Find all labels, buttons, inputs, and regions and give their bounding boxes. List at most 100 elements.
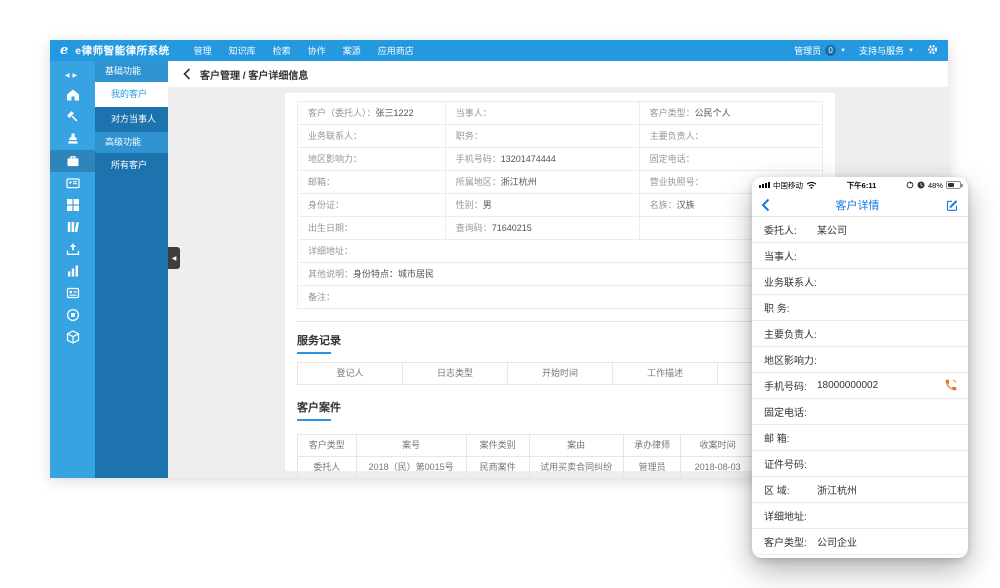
column-header: 收案时间 <box>680 435 753 456</box>
phone-field-row: 主要负责人: <box>752 321 968 347</box>
title-underline <box>297 352 331 354</box>
top-nav-item[interactable]: 知识库 <box>229 44 256 57</box>
top-nav-item[interactable]: 应用商店 <box>378 44 414 57</box>
coin-icon[interactable] <box>50 304 95 326</box>
field-value: 18000000002 <box>817 380 878 391</box>
cases-header-row: 客户类型案号案件类别案由承办律师收案时间结案状态 <box>298 435 822 456</box>
sidebar-item-opposing-party[interactable]: 对方当事人 <box>95 107 168 132</box>
phone-back-chevron-icon[interactable] <box>761 198 770 212</box>
user-menu[interactable]: 管理员 0 ▼ <box>794 44 846 57</box>
grid-icon[interactable] <box>50 194 95 216</box>
breadcrumb[interactable]: 客户管理 / 客户详细信息 <box>168 61 948 87</box>
info-row: 客户（委托人）：张三1222 当事人： 客户类型：公民个人 <box>298 102 822 125</box>
library-icon[interactable] <box>50 216 95 238</box>
back-chevron-icon[interactable] <box>183 68 191 80</box>
info-row: 业务联系人： 职务： 主要负责人： <box>298 125 822 148</box>
sidebar-collapse-handle[interactable]: ◀ <box>168 247 180 269</box>
phone-field-row: 固定电话: <box>752 399 968 425</box>
phone-field-row: 地区影响力: <box>752 347 968 373</box>
chevron-down-icon: ▼ <box>908 48 914 54</box>
field-label: 营业执照号： <box>650 177 704 187</box>
field-label: 当事人: <box>764 248 817 263</box>
info-row: 出生日期： 查询码：71640215 <box>298 217 822 240</box>
phone-nav-bar: 客户详情 <box>752 193 968 217</box>
phone-field-list: 委托人: 某公司 当事人: 业务联系人: 职 务: 主要负责人: <box>752 217 968 558</box>
column-header: 日志类型 <box>402 363 507 384</box>
column-header: 案件类别 <box>466 435 529 456</box>
signal-icon <box>759 182 770 188</box>
notification-badge: 0 <box>825 45 836 56</box>
phone-field-row: 客户类型: 公司企业 <box>752 529 968 555</box>
field-label: 性别： <box>456 200 483 210</box>
upload-icon[interactable] <box>50 238 95 260</box>
column-header: 承办律师 <box>623 435 681 456</box>
phone-field-row: 详细地址: <box>752 503 968 529</box>
phone-field-row: 邮 箱: <box>752 425 968 451</box>
support-menu[interactable]: 支持与服务 ▼ <box>859 44 914 57</box>
cube-icon[interactable] <box>50 326 95 348</box>
field-value: 汉族 <box>677 200 695 210</box>
field-label: 详细地址: <box>764 508 817 523</box>
sidebar-group-basic[interactable]: 基础功能 <box>95 61 168 82</box>
edit-icon[interactable] <box>945 198 959 212</box>
sidebar-item-all-clients[interactable]: 所有客户 <box>95 153 168 178</box>
phone-field-row: 当事人: <box>752 243 968 269</box>
field-label: 客户类型: <box>764 534 817 549</box>
case-row[interactable]: 委托人2018（民）第0015号民商案件试用买卖合同纠纷管理员2018-08-0… <box>298 456 822 478</box>
service-records-header: 登记人日志类型开始时间工作描述公开状态 <box>297 362 823 385</box>
briefcase-icon[interactable] <box>50 150 95 172</box>
field-value: 公司企业 <box>817 534 857 549</box>
rail-collapse-arrows-icon[interactable]: ◀▶ <box>50 66 95 84</box>
info-row: 身份证： 性别：男 名族：汉族 <box>298 194 822 217</box>
field-value: 浙江杭州 <box>817 482 857 497</box>
top-nav-item[interactable]: 检索 <box>273 44 291 57</box>
phone-overlay: 中国移动 下午6:11 48% 客户详情 委托人: 某公司 当事人: <box>752 177 968 558</box>
field-value: 男 <box>483 200 492 210</box>
stamp-icon[interactable] <box>50 128 95 150</box>
home-icon[interactable] <box>50 84 95 106</box>
top-nav-item[interactable]: 管理 <box>194 44 212 57</box>
info-row: 其他说明：身份特点：城市居民 <box>298 263 822 286</box>
field-label: 证件号码: <box>764 456 817 471</box>
field-label: 主要负责人： <box>650 131 704 141</box>
sidebar-submenu: 基础功能 我的客户 对方当事人 高级功能 所有客户 <box>95 61 168 478</box>
field-label: 客户类型： <box>650 108 695 118</box>
top-nav: 管理 知识库 检索 协作 案源 应用商店 <box>194 44 414 57</box>
app-title: e律师智能律所系统 <box>75 43 169 58</box>
column-header: 工作描述 <box>612 363 717 384</box>
client-info-table: 客户（委托人）：张三1222 当事人： 客户类型：公民个人 业务联系人： 职务：… <box>297 101 823 309</box>
bar-chart-icon[interactable] <box>50 260 95 282</box>
field-label: 业务联系人: <box>764 274 817 289</box>
field-label: 手机号码: <box>764 378 817 393</box>
top-nav-item[interactable]: 协作 <box>308 44 326 57</box>
phone-time: 下午6:11 <box>817 180 906 191</box>
client-info-full-rows: 详细地址： 其他说明：身份特点：城市居民 备注： <box>298 240 822 309</box>
field-label: 名族： <box>650 200 677 210</box>
phone-field-row: 公司性质: <box>752 555 968 558</box>
field-label: 客户（委托人）： <box>308 108 376 118</box>
sidebar-item-my-clients[interactable]: 我的客户 <box>95 82 168 107</box>
phone-page-title: 客户详情 <box>770 197 945 213</box>
phone-field-row: 区 域: 浙江杭州 <box>752 477 968 503</box>
phone-field-row: 证件号码: <box>752 451 968 477</box>
sidebar-group-advanced[interactable]: 高级功能 <box>95 132 168 153</box>
client-cases-title: 客户案件 <box>297 399 823 415</box>
id-card-icon[interactable] <box>50 172 95 194</box>
image-doc-icon[interactable] <box>50 282 95 304</box>
field-label: 邮箱： <box>308 177 335 187</box>
field-label: 业务联系人： <box>308 131 362 141</box>
column-header: 案由 <box>529 435 623 456</box>
case-cell: 民商案件 <box>466 457 529 478</box>
call-icon[interactable] <box>944 378 958 392</box>
client-info-grid: 客户（委托人）：张三1222 当事人： 客户类型：公民个人 业务联系人： 职务：… <box>298 102 822 240</box>
field-value: 公民个人 <box>695 108 731 118</box>
gavel-icon[interactable] <box>50 106 95 128</box>
field-value: 身份特点：城市居民 <box>353 269 434 279</box>
gear-icon[interactable] <box>927 44 938 57</box>
field-label: 所属地区： <box>456 177 501 187</box>
field-label: 身份证： <box>308 200 344 210</box>
field-label: 当事人： <box>456 108 492 118</box>
field-label: 地区影响力: <box>764 352 817 367</box>
battery-icon <box>946 181 961 189</box>
top-nav-item[interactable]: 案源 <box>343 44 361 57</box>
